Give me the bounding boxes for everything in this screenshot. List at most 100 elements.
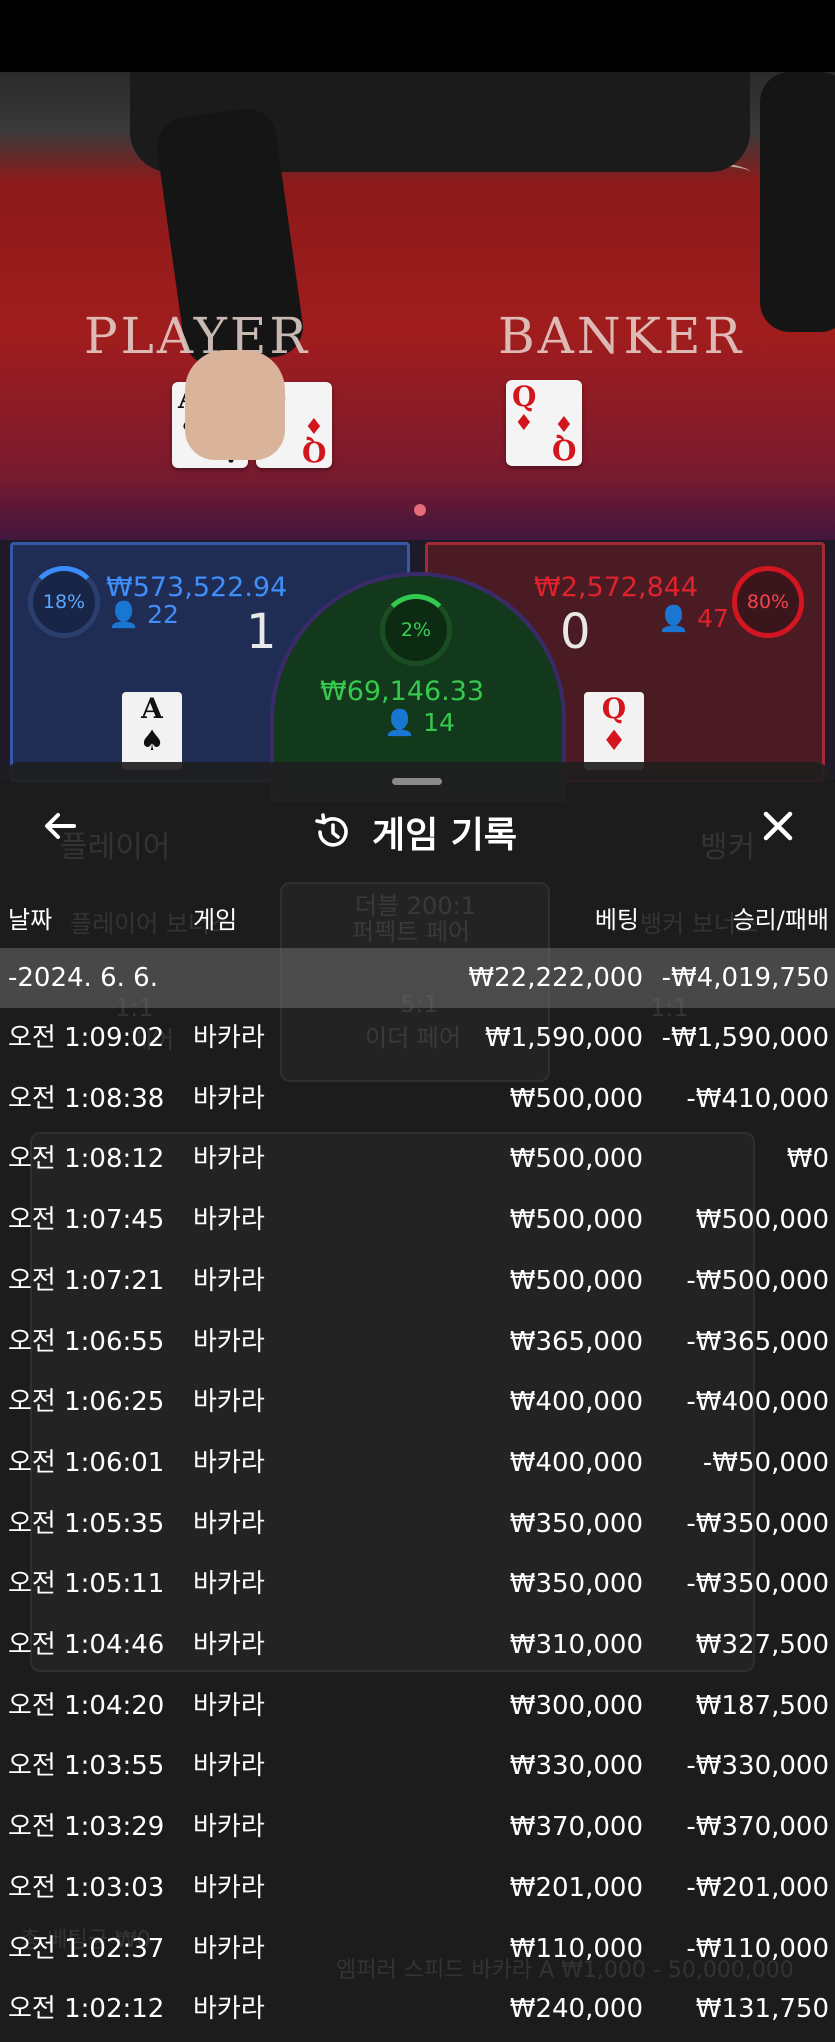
row-bet: ₩365,000 xyxy=(509,1326,643,1357)
close-button[interactable] xyxy=(752,806,804,858)
card-rank: Q xyxy=(301,435,326,468)
history-row[interactable]: 오전 1:03:03 바카라 ₩201,000 -₩201,000 xyxy=(0,1858,835,1918)
close-icon xyxy=(763,811,793,841)
ghost-perfect-pair: 퍼펙트 페어 xyxy=(352,918,471,946)
player-bet-amount: ₩573,522.94 xyxy=(106,572,288,603)
history-row[interactable]: 오전 1:03:29 바카라 ₩370,000 -₩370,000 xyxy=(0,1797,835,1857)
banker-percent: 80% xyxy=(746,591,790,613)
row-time: 오전 1:02:12 xyxy=(8,1994,165,2025)
column-header-bet: 베팅 xyxy=(594,906,639,934)
row-result: -₩400,000 xyxy=(686,1387,829,1418)
row-result: ₩0 xyxy=(786,1144,829,1175)
history-row[interactable]: 오전 1:05:11 바카라 ₩350,000 -₩350,000 xyxy=(0,1554,835,1614)
row-result: ₩131,750 xyxy=(695,1994,829,2025)
row-game: 바카라 xyxy=(193,1326,265,1357)
tie-percent-ring: 2% xyxy=(380,594,452,666)
diamond-icon: ♦ xyxy=(554,410,574,436)
card-rank: A xyxy=(141,692,163,725)
row-game: 바카라 xyxy=(193,1387,265,1418)
row-game: 바카라 xyxy=(193,1447,265,1478)
history-row[interactable]: 오전 1:04:46 바카라 ₩310,000 ₩327,500 xyxy=(0,1615,835,1675)
row-game: 바카라 xyxy=(193,1812,265,1843)
card-rank: Q xyxy=(512,380,537,413)
row-game: 바카라 xyxy=(193,1751,265,1782)
person-icon: 👤 xyxy=(384,708,416,737)
history-row[interactable]: 오전 1:04:20 바카라 ₩300,000 ₩187,500 xyxy=(0,1676,835,1736)
player-score: 1 xyxy=(246,604,277,660)
player-table-label: PLAYER xyxy=(84,307,311,365)
sheet-title: 게임 기록 xyxy=(372,815,518,856)
row-time: 오전 1:04:46 xyxy=(8,1630,165,1660)
card-rank: Q xyxy=(601,692,627,725)
history-row[interactable]: 오전 1:08:38 바카라 ₩500,000 -₩410,000 xyxy=(0,1069,835,1129)
row-bet: ₩500,000 xyxy=(509,1144,643,1175)
row-bet: ₩350,000 xyxy=(509,1508,643,1539)
history-row[interactable]: 오전 1:09:02 바카라 ₩1,590,000 -₩1,590,000 xyxy=(0,1008,835,1068)
row-bet: ₩400,000 xyxy=(509,1387,643,1418)
status-bar xyxy=(0,0,835,72)
row-bet: ₩1,590,000 xyxy=(484,1023,643,1053)
history-row[interactable]: 오전 1:05:35 바카라 ₩350,000 -₩350,000 xyxy=(0,1494,835,1554)
row-bet: ₩240,000 xyxy=(509,1994,643,2025)
history-row[interactable]: 오전 1:06:01 바카라 ₩400,000 -₩50,000 xyxy=(0,1433,835,1493)
spade-icon: ♠ xyxy=(139,724,165,757)
dealer-arm xyxy=(760,72,835,332)
row-game: 바카라 xyxy=(193,1994,265,2025)
person-icon: 👤 xyxy=(108,600,140,629)
row-bet: ₩330,000 xyxy=(509,1751,643,1782)
summary-date: -2024. 6. 6. xyxy=(8,963,158,993)
tie-count-value: 14 xyxy=(423,708,455,737)
row-game: 바카라 xyxy=(193,1083,265,1114)
player-bettor-count: 👤 22 xyxy=(108,600,179,630)
summary-result: -₩4,019,750 xyxy=(661,963,829,993)
row-game: 바카라 xyxy=(193,1569,265,1600)
banker-bettor-count: 👤 47 xyxy=(658,604,729,634)
column-header-date: 날짜 xyxy=(8,906,53,934)
row-bet: ₩310,000 xyxy=(509,1630,643,1660)
history-row[interactable]: 오전 1:08:12 바카라 ₩500,000 ₩0 xyxy=(0,1129,835,1189)
row-time: 오전 1:04:20 xyxy=(8,1690,165,1721)
row-time: 오전 1:05:35 xyxy=(8,1508,165,1539)
banker-bet-amount: ₩2,572,844 xyxy=(534,572,699,603)
banker-count-value: 47 xyxy=(697,604,729,633)
arrow-left-icon xyxy=(45,813,76,839)
sheet-header: 게임 기록 xyxy=(312,804,517,860)
column-header-result: 승리/패배 xyxy=(732,906,829,934)
row-result: -₩365,000 xyxy=(686,1326,829,1357)
column-header-game: 게임 xyxy=(193,906,238,934)
history-row[interactable]: 오전 1:02:12 바카라 ₩240,000 ₩131,750 xyxy=(0,1979,835,2039)
date-summary-row[interactable]: -2024. 6. 6. ₩22,222,000 -₩4,019,750 xyxy=(0,948,835,1008)
row-time: 오전 1:06:01 xyxy=(8,1447,165,1478)
history-row[interactable]: 오전 1:07:21 바카라 ₩500,000 -₩500,000 xyxy=(0,1251,835,1311)
row-bet: ₩350,000 xyxy=(509,1569,643,1600)
row-result: -₩330,000 xyxy=(686,1751,829,1782)
row-time: 오전 1:03:29 xyxy=(8,1812,165,1843)
app-root: PLAYER BANKER A ♠ A Q ♦ Q ♦ Q ♦ Q ♦ 18% … xyxy=(0,0,835,2042)
history-row[interactable]: 오전 1:06:55 바카라 ₩365,000 -₩365,000 xyxy=(0,1312,835,1372)
tie-bet-amount: ₩69,146.33 xyxy=(320,676,485,707)
drag-handle[interactable] xyxy=(392,778,442,785)
player-percent-ring: 18% xyxy=(28,566,100,638)
history-row[interactable]: 오전 1:02:37 바카라 ₩110,000 -₩110,000 xyxy=(0,1919,835,1979)
row-time: 오전 1:06:55 xyxy=(8,1326,165,1357)
banker-table-label: BANKER xyxy=(498,307,745,365)
history-row[interactable]: 오전 1:03:55 바카라 ₩330,000 -₩330,000 xyxy=(0,1736,835,1796)
row-time: 오전 1:09:02 xyxy=(8,1023,165,1053)
row-time: 오전 1:07:45 xyxy=(8,1205,165,1236)
row-bet: ₩500,000 xyxy=(509,1083,643,1114)
row-result: ₩500,000 xyxy=(695,1205,829,1236)
row-game: 바카라 xyxy=(193,1933,265,1964)
history-row[interactable]: 오전 1:07:45 바카라 ₩500,000 ₩500,000 xyxy=(0,1190,835,1250)
row-game: 바카라 xyxy=(193,1144,265,1175)
history-row[interactable]: 오전 1:06:25 바카라 ₩400,000 -₩400,000 xyxy=(0,1372,835,1432)
row-bet: ₩370,000 xyxy=(509,1812,643,1843)
player-count-value: 22 xyxy=(147,600,179,629)
row-time: 오전 1:06:25 xyxy=(8,1387,165,1418)
ghost-tab-banker: 뱅커 xyxy=(700,830,756,865)
summary-bet: ₩22,222,000 xyxy=(468,963,643,993)
back-button[interactable] xyxy=(36,806,84,854)
tie-bettor-count: 👤 14 xyxy=(384,708,455,738)
row-game: 바카라 xyxy=(193,1872,265,1903)
live-video: PLAYER BANKER A ♠ A Q ♦ Q ♦ Q ♦ Q ♦ xyxy=(0,72,835,572)
row-game: 바카라 xyxy=(193,1023,265,1053)
